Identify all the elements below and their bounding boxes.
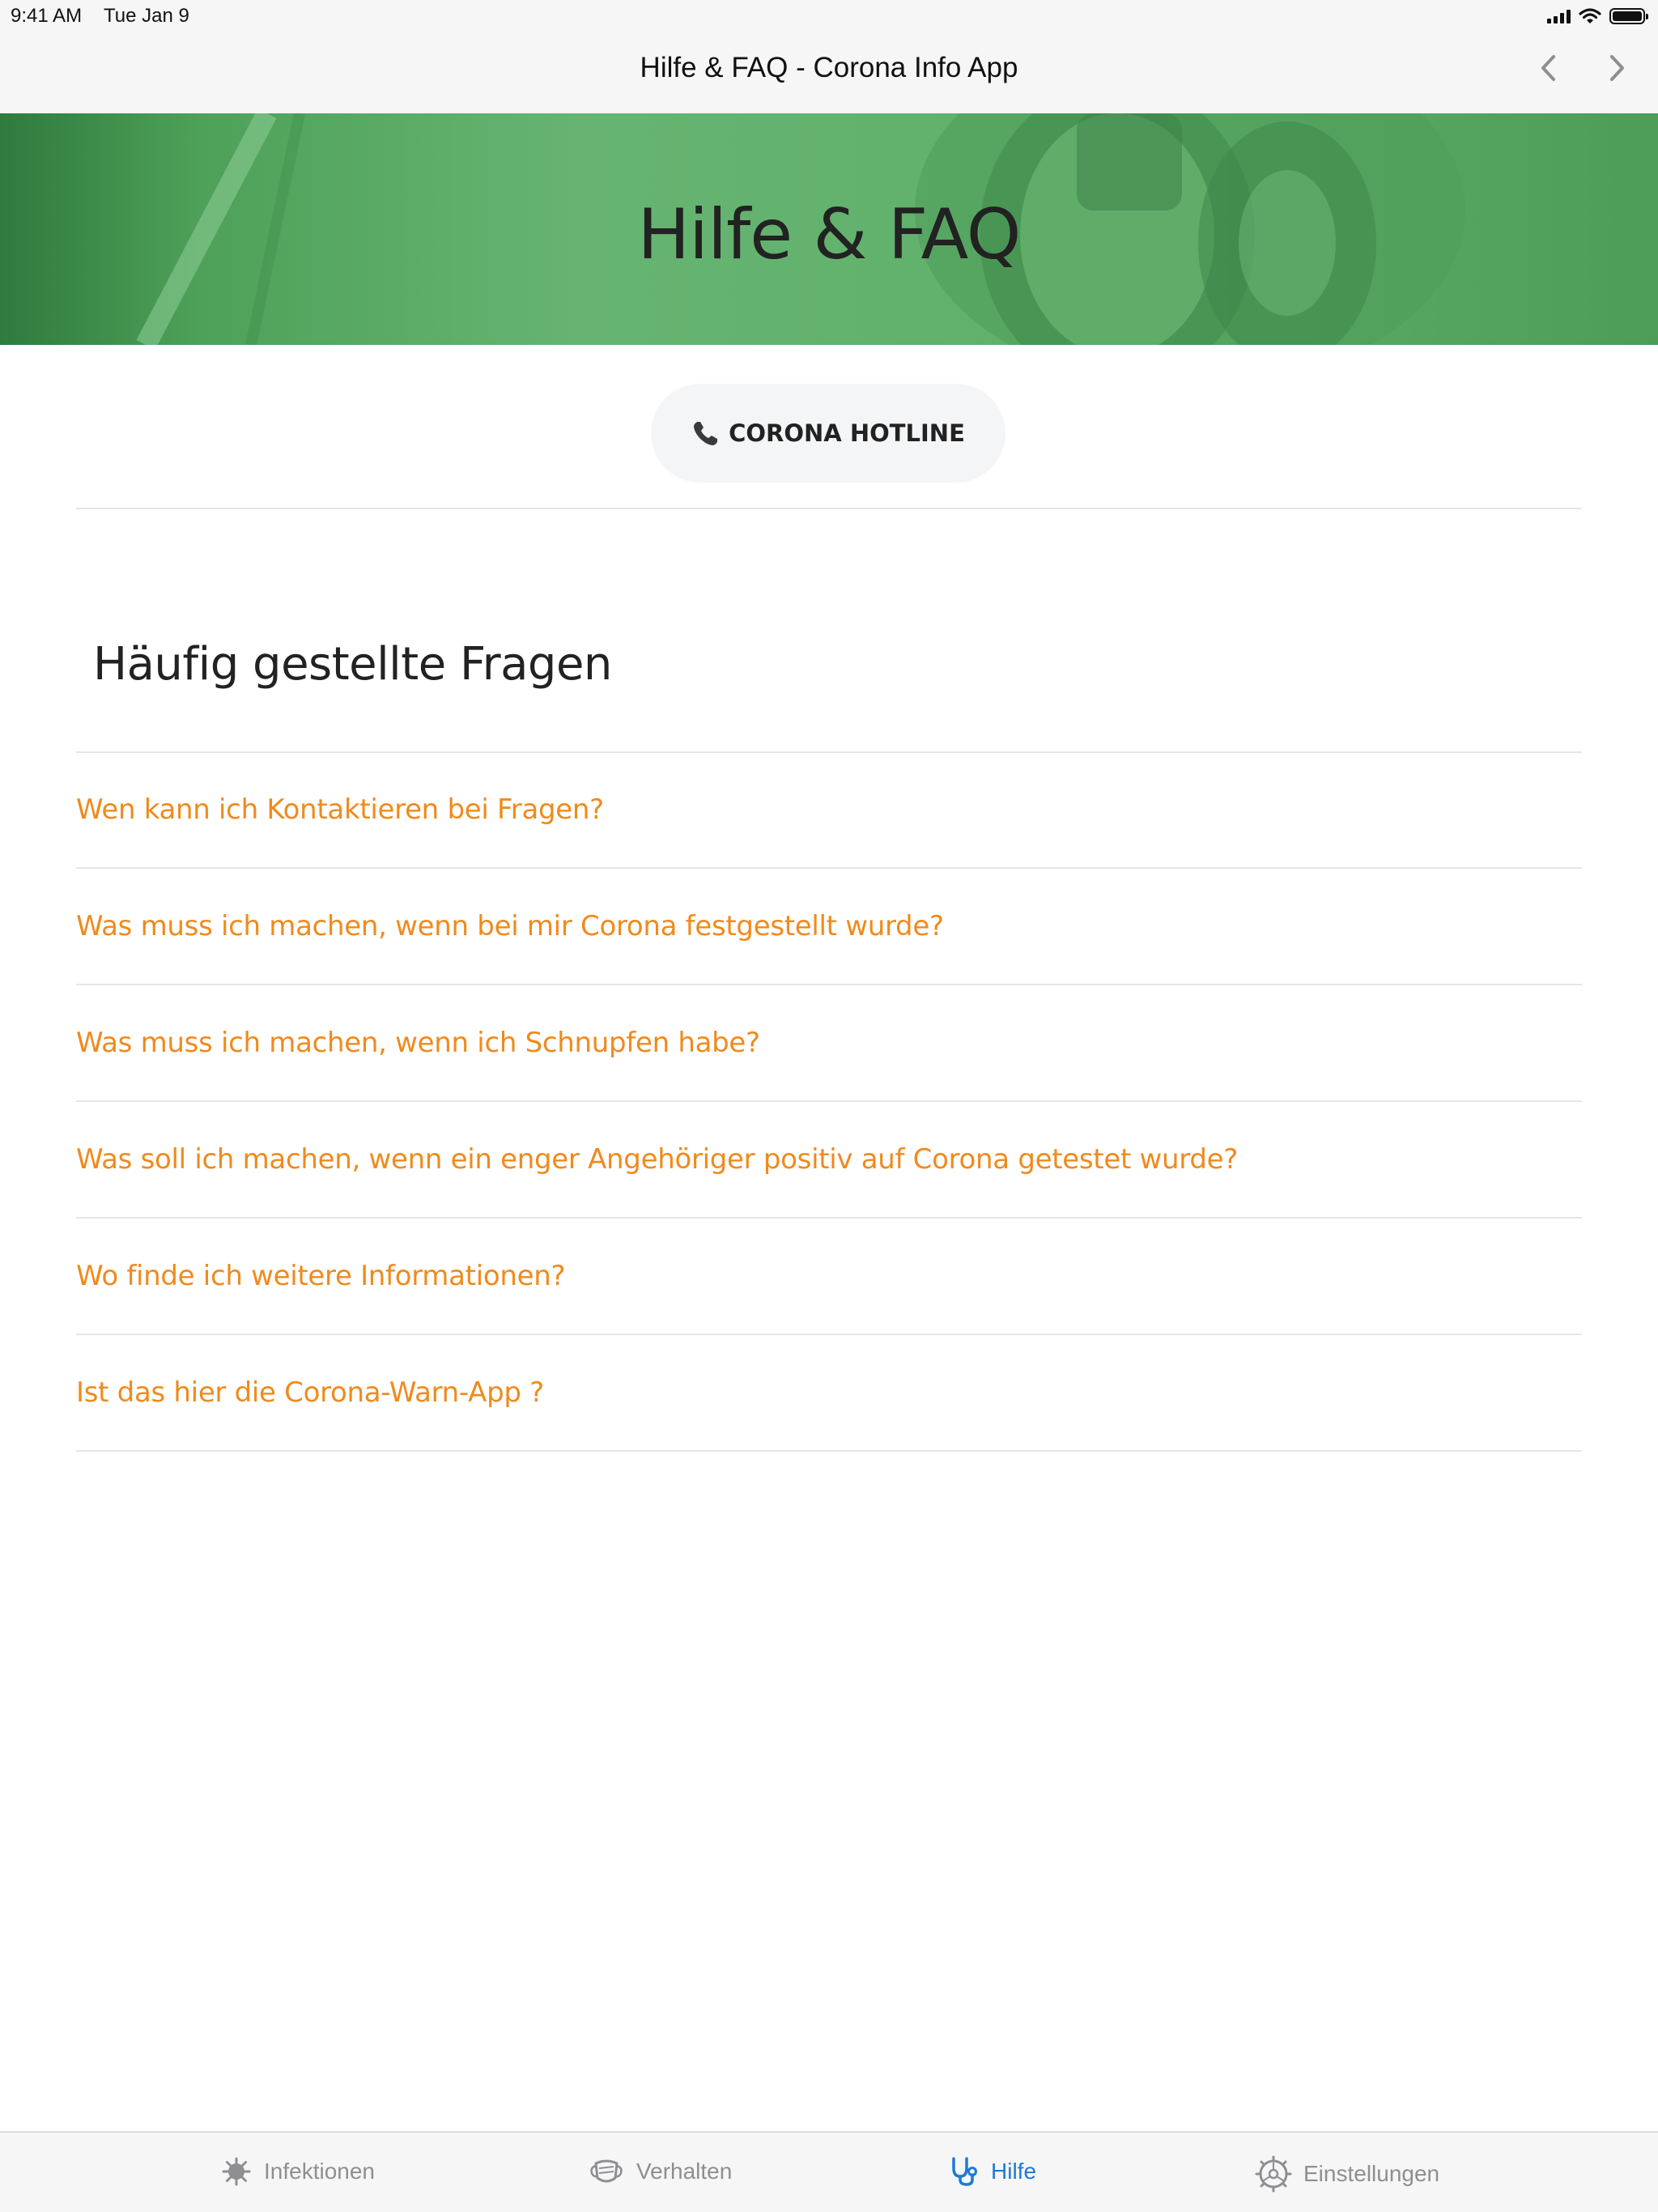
corona-hotline-button[interactable]: CORONA HOTLINE xyxy=(651,384,1005,483)
status-time: 9:41 AM xyxy=(11,5,83,27)
hotline-label: CORONA HOTLINE xyxy=(729,419,965,447)
faq-heading: Häufig gestellte Fragen xyxy=(93,638,612,691)
wifi-icon xyxy=(1579,8,1601,23)
virus-icon xyxy=(222,2157,251,2186)
divider xyxy=(76,508,1582,509)
mask-icon xyxy=(590,2159,623,2183)
status-icons xyxy=(1547,7,1648,25)
status-bar: 9:41 AM Tue Jan 9 xyxy=(0,0,1658,32)
faq-item[interactable]: Was muss ich machen, wenn bei mir Corona… xyxy=(76,869,1582,984)
faq-item[interactable]: Wen kann ich Kontaktieren bei Fragen? xyxy=(76,752,1582,867)
faq-item[interactable]: Ist das hier die Corona-Warn-App ? xyxy=(76,1335,1582,1450)
status-date: Tue Jan 9 xyxy=(104,5,189,27)
gear-icon xyxy=(1255,2155,1292,2193)
app-screen: 9:41 AM Tue Jan 9 Hilfe & FAQ - Corona I… xyxy=(0,0,1658,2212)
tab-bar: Infektionen Verhalten Hilfe Einstellunge… xyxy=(0,2131,1658,2212)
tab-label: Hilfe xyxy=(991,2159,1037,2184)
hero-title: Hilfe & FAQ xyxy=(637,194,1022,275)
chevron-left-icon[interactable] xyxy=(1532,50,1567,86)
nav-arrows xyxy=(1532,50,1634,86)
tab-label: Infektionen xyxy=(264,2159,375,2184)
chevron-right-icon[interactable] xyxy=(1598,50,1634,86)
tab-einstellungen[interactable]: Einstellungen xyxy=(1255,2155,1439,2193)
hero-banner: Hilfe & FAQ xyxy=(0,113,1658,345)
tab-infektionen[interactable]: Infektionen xyxy=(220,2155,375,2188)
cellular-signal-icon xyxy=(1547,9,1571,23)
tab-verhalten[interactable]: Verhalten xyxy=(588,2155,732,2188)
battery-icon xyxy=(1609,8,1648,24)
tab-label: Einstellungen xyxy=(1303,2161,1440,2186)
tab-label: Verhalten xyxy=(636,2159,733,2184)
tab-hilfe[interactable]: Hilfe xyxy=(947,2155,1036,2188)
faq-item[interactable]: Wo finde ich weitere Informationen? xyxy=(76,1219,1582,1334)
navigation-bar: Hilfe & FAQ - Corona Info App xyxy=(0,32,1658,113)
faq-item[interactable]: Was muss ich machen, wenn ich Schnupfen … xyxy=(76,985,1582,1100)
nav-title: Hilfe & FAQ - Corona Info App xyxy=(640,52,1018,83)
divider xyxy=(76,1450,1582,1452)
faq-item[interactable]: Was soll ich machen, wenn ein enger Ange… xyxy=(76,1102,1582,1217)
stethoscope-icon xyxy=(952,2157,977,2186)
phone-icon xyxy=(694,422,718,445)
